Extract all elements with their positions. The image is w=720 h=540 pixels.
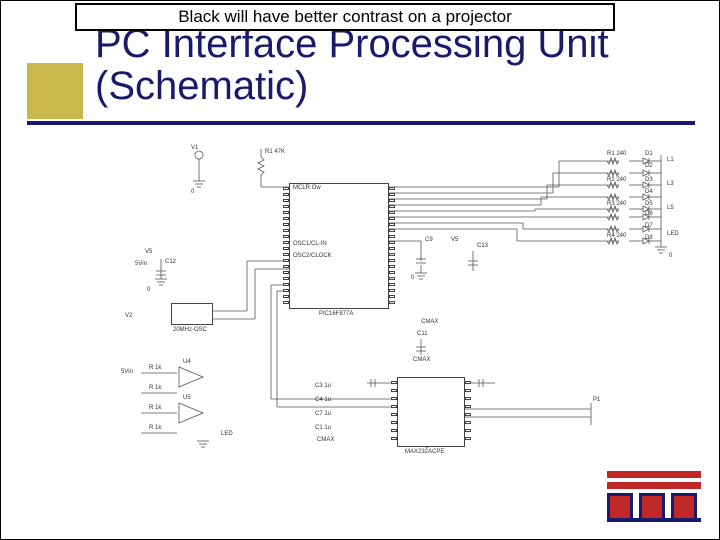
lbl-osc1: OSC1/CL-IN: [293, 241, 327, 247]
lbl-l3: L3: [667, 181, 674, 187]
chip-max232: [397, 377, 465, 447]
osc-block: [171, 303, 213, 325]
title-block: PC Interface Processing Unit (Schematic): [27, 23, 695, 123]
lbl-gnd2: 0: [411, 275, 414, 281]
lbl-osc2: OSC2/CLOCK: [293, 253, 332, 259]
lbl-d8: D8: [645, 235, 653, 241]
lbl-v5: V5: [145, 249, 152, 255]
lbl-mclr: MCLR Ow: [293, 185, 321, 191]
lbl-c12: C12: [165, 259, 176, 265]
lbl-rn3: R3 240: [607, 201, 626, 207]
lbl-u5: U5: [183, 395, 191, 401]
contrast-banner: Black will have better contrast on a pro…: [75, 3, 615, 31]
lbl-cmax3: CMAX: [421, 319, 438, 325]
lbl-d7: D7: [645, 223, 653, 229]
lbl-c4: C4 1u: [315, 397, 331, 403]
lbl-max232: MAX232ACPE: [405, 449, 444, 455]
slide-title: PC Interface Processing Unit (Schematic): [95, 23, 609, 107]
lbl-ledtxt: LED: [221, 431, 233, 437]
lbl-d1: D1: [645, 151, 653, 157]
schematic-diagram: MCLR Ow OSC1/CL-IN OSC2/CLOCK PIC16F877A…: [121, 141, 701, 491]
lbl-rn1: R1 240: [607, 151, 626, 157]
logo-block-icon: [607, 493, 633, 521]
lbl-rk1: R 1k: [149, 365, 161, 371]
lbl-cmax1: CMAX: [317, 437, 334, 443]
lbl-d6: D6: [645, 211, 653, 217]
lbl-r1: R1 47K: [265, 149, 285, 155]
lbl-d5: D5: [645, 201, 653, 207]
logo-lms: [607, 471, 701, 525]
lbl-rn2: R2 240: [607, 177, 626, 183]
lbl-5vin: 5Vin: [135, 261, 147, 267]
lbl-led: LED: [667, 231, 679, 237]
lbl-c1: C1 1u: [315, 425, 331, 431]
lbl-c7: C7 1u: [315, 411, 331, 417]
lbl-d4: D4: [645, 189, 653, 195]
lbl-d3: D3: [645, 177, 653, 183]
lbl-5vin2: 5Vin: [121, 369, 133, 375]
slide: Black will have better contrast on a pro…: [0, 0, 720, 540]
logo-block-icon: [639, 493, 665, 521]
lbl-c9: C9: [425, 237, 433, 243]
lbl-rk4: R 1k: [149, 425, 161, 431]
lbl-d2: D2: [645, 163, 653, 169]
lbl-p1: P1: [593, 397, 600, 403]
lbl-c11: C11: [417, 331, 428, 337]
title-line2: (Schematic): [95, 64, 308, 108]
logo-bar-icon: [607, 482, 701, 489]
lbl-l1: L1: [667, 157, 674, 163]
logo-block-icon: [671, 493, 697, 521]
lbl-c3: C3 1u: [315, 383, 331, 389]
lbl-rk2: R 1k: [149, 385, 161, 391]
lbl-u4: U4: [183, 359, 191, 365]
lbl-c13: C13: [477, 243, 488, 249]
logo-strip-icon: [607, 518, 701, 522]
lbl-l5: L5: [667, 205, 674, 211]
lbl-gnd3: 0: [669, 253, 672, 259]
lbl-osc: 20MHz-OSC: [173, 327, 207, 333]
lbl-rn4: R4 240: [607, 233, 626, 239]
lbl-gnd1: 0: [147, 287, 150, 293]
lbl-gnd0a: 0: [191, 189, 194, 195]
title-underline: [27, 121, 695, 125]
lbl-v1: V1: [191, 145, 198, 151]
accent-square: [27, 63, 83, 119]
lbl-rk3: R 1k: [149, 405, 161, 411]
lbl-v5b: V5: [451, 237, 458, 243]
lbl-cmax2: CMAX: [413, 357, 430, 363]
lbl-v2: V2: [125, 313, 132, 319]
banner-text: Black will have better contrast on a pro…: [178, 7, 512, 26]
logo-bar-icon: [607, 471, 701, 478]
lbl-pic: PIC16F877A: [319, 311, 353, 317]
